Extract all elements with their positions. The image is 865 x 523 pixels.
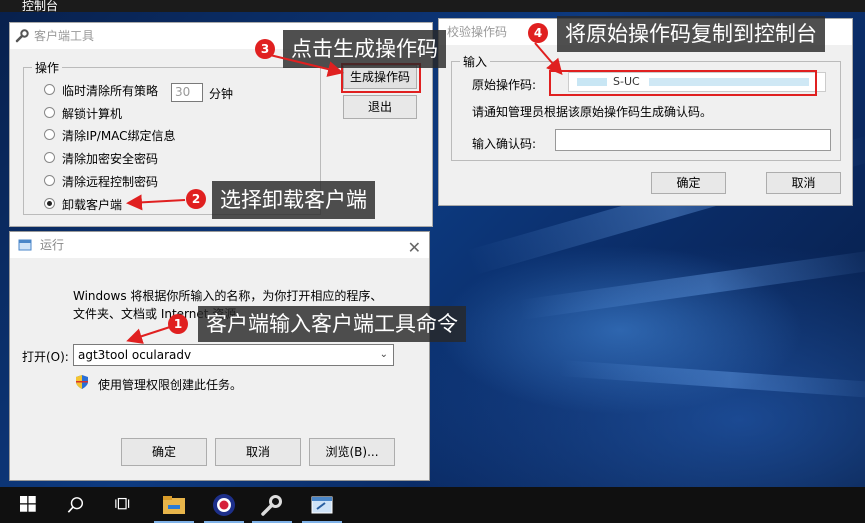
taskbar	[0, 487, 865, 523]
input-group-label: 输入	[460, 53, 491, 70]
run-titlebar: 运行 ✕	[10, 232, 429, 258]
operation-group-label: 操作	[32, 59, 63, 76]
callout-1-badge: 1	[168, 314, 188, 334]
shield-icon	[76, 375, 88, 389]
client-tool-title: 客户端工具	[34, 29, 95, 43]
option-label: 清除远程控制密码	[62, 174, 159, 189]
radio-button[interactable]	[44, 174, 55, 186]
minutes-unit: 分钟	[209, 87, 234, 101]
callout-2: 选择卸载客户端	[212, 181, 375, 219]
confirm-code-label: 输入确认码:	[472, 137, 537, 151]
minutes-input[interactable]: 30	[171, 83, 203, 102]
callout-1: 客户端输入客户端工具命令	[198, 306, 466, 342]
option-label: 解锁计算机	[62, 106, 123, 121]
option-label: 临时清除所有策略	[62, 84, 159, 98]
callout-3: 点击生成操作码	[283, 30, 446, 68]
run-cancel-button[interactable]: 取消	[215, 438, 301, 466]
radio-button[interactable]	[44, 197, 55, 209]
option-label: 清除加密安全密码	[62, 152, 159, 167]
windows-start-icon[interactable]	[4, 487, 52, 523]
option-label: 清除IP/MAC绑定信息	[62, 129, 176, 144]
search-icon[interactable]	[52, 487, 100, 523]
run-dialog-icon[interactable]	[298, 487, 346, 523]
callout-4: 将原始操作码复制到控制台	[557, 16, 825, 52]
run-ok-button[interactable]: 确定	[121, 438, 207, 466]
run-title: 运行	[40, 238, 65, 252]
client-tool-icon[interactable]	[248, 487, 296, 523]
original-code-highlight	[549, 70, 817, 96]
wrench-icon	[15, 29, 29, 43]
verify-title: 校验操作码	[447, 25, 508, 39]
admin-hint: 请通知管理员根据该原始操作码生成确认码。	[472, 105, 713, 119]
browse-button[interactable]: 浏览(B)...	[309, 438, 395, 466]
run-dialog: 运行 ✕ Windows 将根据你所输入的名称，为你打开相应的程序、文件夹、文档…	[9, 231, 430, 481]
radio-button[interactable]	[44, 129, 55, 141]
verify-ok-button[interactable]: 确定	[651, 172, 726, 194]
exit-button[interactable]: 退出	[343, 95, 417, 119]
console-window-title: 控制台	[0, 0, 865, 12]
callout-4-badge: 4	[528, 23, 548, 43]
command-input[interactable]: agt3tool ocularadv ⌄	[73, 344, 394, 366]
radio-button[interactable]	[44, 84, 55, 95]
admin-note: 使用管理权限创建此任务。	[98, 378, 243, 392]
task-view-icon[interactable]	[100, 487, 148, 523]
radio-button[interactable]	[44, 152, 55, 164]
close-icon[interactable]: ✕	[408, 235, 421, 261]
callout-3-badge: 3	[255, 39, 275, 59]
chevron-down-icon[interactable]: ⌄	[380, 345, 388, 365]
option-label: 卸载客户端	[62, 197, 123, 212]
file-explorer-icon[interactable]	[150, 487, 198, 523]
console-app-icon[interactable]	[200, 487, 248, 523]
confirm-code-input[interactable]	[555, 129, 831, 151]
open-label: 打开(O):	[22, 350, 69, 364]
run-icon	[18, 239, 32, 251]
verify-cancel-button[interactable]: 取消	[766, 172, 841, 194]
radio-button[interactable]	[44, 106, 55, 118]
original-code-label: 原始操作码:	[472, 78, 537, 92]
callout-2-badge: 2	[186, 189, 206, 209]
